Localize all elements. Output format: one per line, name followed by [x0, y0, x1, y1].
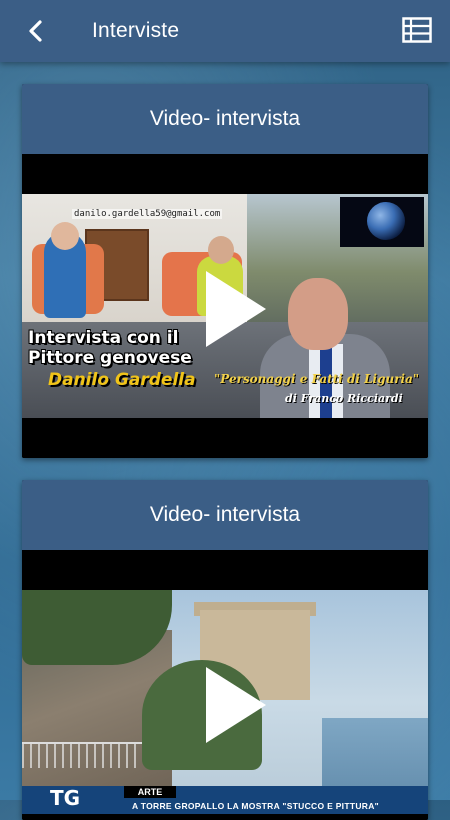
- list-icon: [402, 17, 432, 43]
- video-player[interactable]: TG ARTE A TORRE GROPALLO LA MOSTRA "STUC…: [22, 550, 428, 820]
- thumbnail-email: danilo.gardella59@gmail.com: [72, 209, 223, 219]
- thumbnail-show-title: "Personaggi e Fatti di Liguria": [214, 372, 420, 386]
- play-icon[interactable]: [200, 267, 270, 351]
- thumbnail-ticker: A TORRE GROPALLO LA MOSTRA "STUCCO E PIT…: [132, 801, 379, 811]
- video-card[interactable]: Video- intervista danilo.gardella59@gmai…: [22, 84, 428, 458]
- page-title: Interviste: [92, 19, 180, 42]
- card-title: Video- intervista: [22, 480, 428, 550]
- play-icon[interactable]: [200, 663, 270, 747]
- app-header: Interviste: [0, 0, 450, 62]
- globe-logo: [367, 202, 405, 240]
- tg-logo: TG: [50, 786, 81, 810]
- video-player[interactable]: danilo.gardella59@gmail.com Intervista c…: [22, 154, 428, 458]
- thumbnail-name: Danilo Gardella: [48, 370, 196, 390]
- thumbnail-caption: Pittore genovese: [28, 348, 192, 368]
- thumbnail-caption: Intervista con il: [28, 328, 179, 348]
- list-menu-button[interactable]: [402, 17, 432, 43]
- back-button[interactable]: [20, 16, 50, 46]
- video-card[interactable]: Video- intervista TG ARTE A TORRE GROPAL…: [22, 480, 428, 820]
- thumbnail-show-author: di Franco Ricciardi: [285, 392, 403, 405]
- chevron-left-icon: [29, 20, 42, 42]
- card-title: Video- intervista: [22, 84, 428, 154]
- thumbnail-tag: ARTE: [124, 786, 176, 798]
